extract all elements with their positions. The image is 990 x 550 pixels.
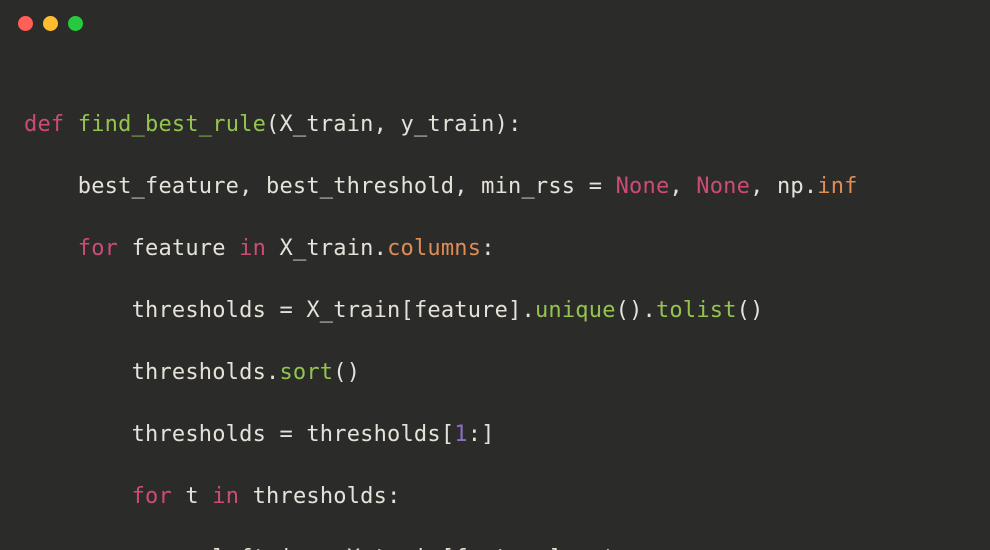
code-line: y_left_ix = X_train[feature] < t <box>24 543 966 550</box>
close-icon[interactable] <box>18 16 33 31</box>
minimize-icon[interactable] <box>43 16 58 31</box>
code-line: for t in thresholds: <box>24 481 966 512</box>
code-line: thresholds = X_train[feature].unique().t… <box>24 295 966 326</box>
window-traffic-lights <box>18 16 83 31</box>
code-window: def find_best_rule(X_train, y_train): be… <box>0 0 990 550</box>
keyword-def: def <box>24 112 64 137</box>
code-line: for feature in X_train.columns: <box>24 233 966 264</box>
zoom-icon[interactable] <box>68 16 83 31</box>
code-line: thresholds.sort() <box>24 357 966 388</box>
function-name: find_best_rule <box>78 112 266 137</box>
code-line: thresholds = thresholds[1:] <box>24 419 966 450</box>
code-line: def find_best_rule(X_train, y_train): <box>24 109 966 140</box>
code-line: best_feature, best_threshold, min_rss = … <box>24 171 966 202</box>
code-editor: def find_best_rule(X_train, y_train): be… <box>24 78 966 550</box>
